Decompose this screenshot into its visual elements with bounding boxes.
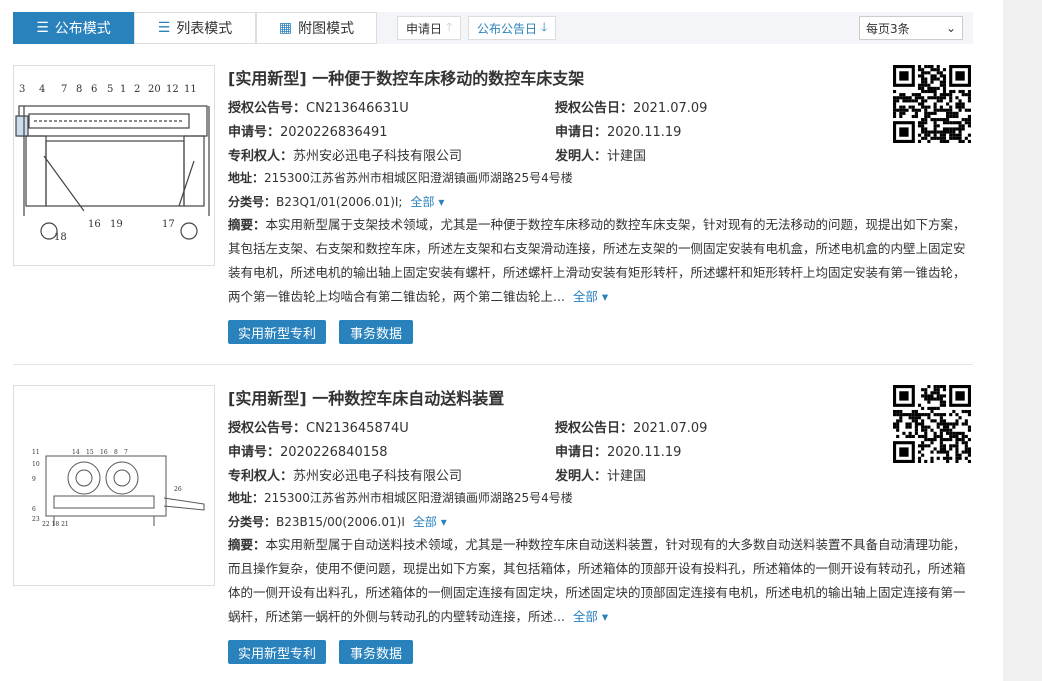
svg-text:12: 12 xyxy=(166,84,179,95)
qr-code xyxy=(893,65,971,143)
pub-no: CN213646631U xyxy=(306,101,409,116)
svg-text:3: 3 xyxy=(19,84,25,95)
app-date: 2020.11.19 xyxy=(607,445,682,460)
abstract: 摘要：本实用新型属于自动送料技术领域，尤其是一种数控车床自动送料装置，针对现有的… xyxy=(228,537,966,624)
svg-text:7: 7 xyxy=(61,84,67,95)
svg-text:17: 17 xyxy=(162,219,175,230)
divider xyxy=(13,364,973,365)
abstract: 摘要：本实用新型属于支架技术领域，尤其是一种便于数控车床移动的数控车床支架，针对… xyxy=(228,217,966,304)
pub-date: 2021.07.09 xyxy=(633,421,708,436)
chevron-down-icon: ⌄ xyxy=(945,21,956,35)
class-no: B23Q1/01(2006.01)I; xyxy=(276,195,403,209)
owner: 苏州安必迅电子科技有限公司 xyxy=(293,149,463,164)
address: 215300江苏省苏州市相城区阳澄湖镇画师湖路25号4号楼 xyxy=(264,491,573,505)
abstract-more-link[interactable]: 全部 ▾ xyxy=(573,289,608,304)
svg-text:20: 20 xyxy=(148,84,161,95)
class-no: B23B15/00(2006.01)I xyxy=(276,515,405,529)
affairs-data-button[interactable]: 事务数据 xyxy=(339,320,413,344)
lines-icon: ☰ xyxy=(157,20,171,36)
svg-text:5: 5 xyxy=(107,84,113,95)
mode-figure[interactable]: ▦ 附图模式 xyxy=(256,12,377,44)
svg-text:4: 4 xyxy=(39,84,45,95)
address: 215300江苏省苏州市相城区阳澄湖镇画师湖路25号4号楼 xyxy=(264,171,573,185)
svg-text:9: 9 xyxy=(32,476,36,483)
arrow-down-icon: 🡓 xyxy=(541,19,548,34)
inventor: 计建国 xyxy=(607,149,647,164)
sort-pub-date[interactable]: 公布公告日 🡓 xyxy=(468,16,557,40)
utility-patent-button[interactable]: 实用新型专利 xyxy=(228,640,326,664)
sort-app-date[interactable]: 申请日 🡑 xyxy=(397,16,462,40)
svg-text:16: 16 xyxy=(100,449,108,456)
svg-text:19: 19 xyxy=(110,219,123,230)
mode-publish[interactable]: ☰ 公布模式 xyxy=(13,12,134,44)
app-no: 2020226836491 xyxy=(280,125,388,140)
patent-drawing[interactable]: 3 4 7 8 6 5 1 2 20 12 11 18 16 19 17 xyxy=(13,65,215,266)
svg-text:26: 26 xyxy=(174,486,182,493)
scrollbar-area xyxy=(1003,0,1042,681)
class-more-link[interactable]: 全部 ▾ xyxy=(413,515,447,529)
svg-text:11: 11 xyxy=(184,84,197,95)
svg-text:6: 6 xyxy=(91,84,97,95)
svg-text:10: 10 xyxy=(32,461,40,468)
svg-text:22 18 21: 22 18 21 xyxy=(42,521,69,528)
svg-text:1: 1 xyxy=(120,84,126,95)
list-icon: ☰ xyxy=(36,20,49,36)
svg-text:15: 15 xyxy=(86,449,94,456)
patent-title[interactable]: [实用新型] 一种数控车床自动送料装置 xyxy=(228,385,504,409)
patent-title[interactable]: [实用新型] 一种便于数控车床移动的数控车床支架 xyxy=(228,65,584,89)
svg-text:6: 6 xyxy=(32,506,36,513)
grid-icon: ▦ xyxy=(278,20,293,36)
inventor: 计建国 xyxy=(607,469,647,484)
mode-list[interactable]: ☰ 列表模式 xyxy=(134,12,256,44)
utility-patent-button[interactable]: 实用新型专利 xyxy=(228,320,326,344)
app-date: 2020.11.19 xyxy=(607,125,682,140)
class-more-link[interactable]: 全部 ▾ xyxy=(410,195,444,209)
abstract-more-link[interactable]: 全部 ▾ xyxy=(573,609,608,624)
svg-text:8: 8 xyxy=(114,449,118,456)
svg-text:16: 16 xyxy=(88,219,101,230)
svg-text:2: 2 xyxy=(134,84,140,95)
affairs-data-button[interactable]: 事务数据 xyxy=(339,640,413,664)
patent-drawing[interactable]: 11 14 15 16 8 7 10 9 6 23 22 18 21 26 xyxy=(13,385,215,586)
toolbar: ☰ 公布模式 ☰ 列表模式 ▦ 附图模式 申请日 🡑 公布公告日 🡓 每页3条 ⌄ xyxy=(13,12,973,44)
svg-text:7: 7 xyxy=(124,449,128,456)
svg-text:11: 11 xyxy=(32,449,40,456)
qr-code xyxy=(893,385,971,463)
per-page-select[interactable]: 每页3条 ⌄ xyxy=(859,16,963,40)
pub-date: 2021.07.09 xyxy=(633,101,708,116)
owner: 苏州安必迅电子科技有限公司 xyxy=(293,469,463,484)
app-no: 2020226840158 xyxy=(280,445,388,460)
pub-no: CN213645874U xyxy=(306,421,409,436)
svg-text:14: 14 xyxy=(72,449,80,456)
svg-text:23: 23 xyxy=(32,516,40,523)
svg-text:8: 8 xyxy=(76,84,82,95)
arrow-up-icon: 🡑 xyxy=(446,19,453,34)
